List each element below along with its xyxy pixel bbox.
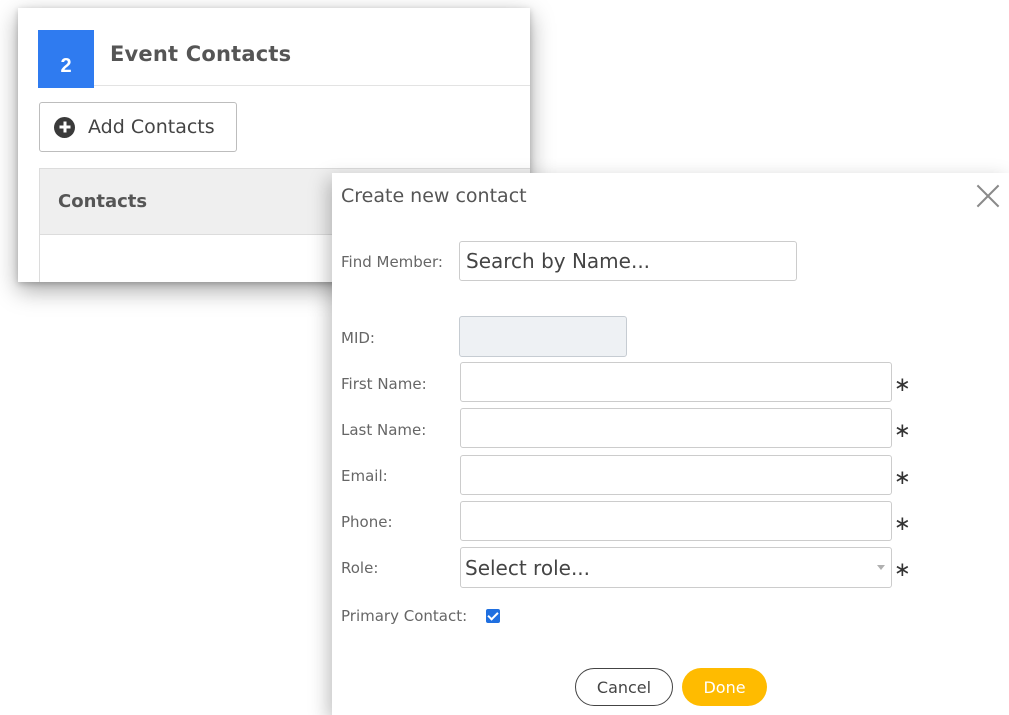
add-contacts-label: Add Contacts — [88, 116, 215, 138]
role-label: Role: — [341, 559, 379, 577]
mid-label: MID: — [341, 329, 375, 347]
required-marker: ∗ — [894, 372, 911, 396]
last-name-label: Last Name: — [341, 421, 427, 439]
plus-circle-icon — [54, 116, 75, 138]
last-name-field[interactable] — [460, 408, 892, 448]
section-divider — [94, 85, 530, 86]
required-marker: ∗ — [894, 557, 911, 581]
add-contacts-button[interactable]: Add Contacts — [39, 102, 237, 152]
section-title: Event Contacts — [110, 42, 292, 66]
email-field[interactable] — [460, 455, 892, 495]
find-member-input[interactable] — [459, 241, 797, 281]
phone-label: Phone: — [341, 513, 393, 531]
first-name-field[interactable] — [460, 362, 892, 402]
role-select[interactable]: Select role... — [460, 547, 892, 588]
primary-contact-label: Primary Contact: — [341, 607, 468, 625]
create-contact-modal: Create new contact Find Member: MID: Fir… — [332, 173, 1009, 715]
first-name-label: First Name: — [341, 375, 427, 393]
contacts-column-header[interactable]: Contacts — [58, 191, 147, 212]
email-label: Email: — [341, 467, 388, 485]
cancel-button[interactable]: Cancel — [575, 668, 673, 706]
required-marker: ∗ — [894, 511, 911, 535]
primary-contact-checkbox[interactable] — [486, 609, 500, 623]
required-marker: ∗ — [894, 418, 911, 442]
close-icon[interactable] — [975, 183, 1001, 209]
mid-field — [459, 316, 627, 357]
find-member-label: Find Member: — [341, 253, 443, 271]
chevron-down-icon — [877, 565, 885, 570]
done-button[interactable]: Done — [682, 668, 767, 706]
required-marker: ∗ — [894, 465, 911, 489]
role-select-placeholder: Select role... — [465, 555, 591, 580]
modal-title: Create new contact — [341, 185, 527, 207]
step-number-badge: 2 — [38, 30, 94, 88]
phone-field[interactable] — [460, 501, 892, 541]
